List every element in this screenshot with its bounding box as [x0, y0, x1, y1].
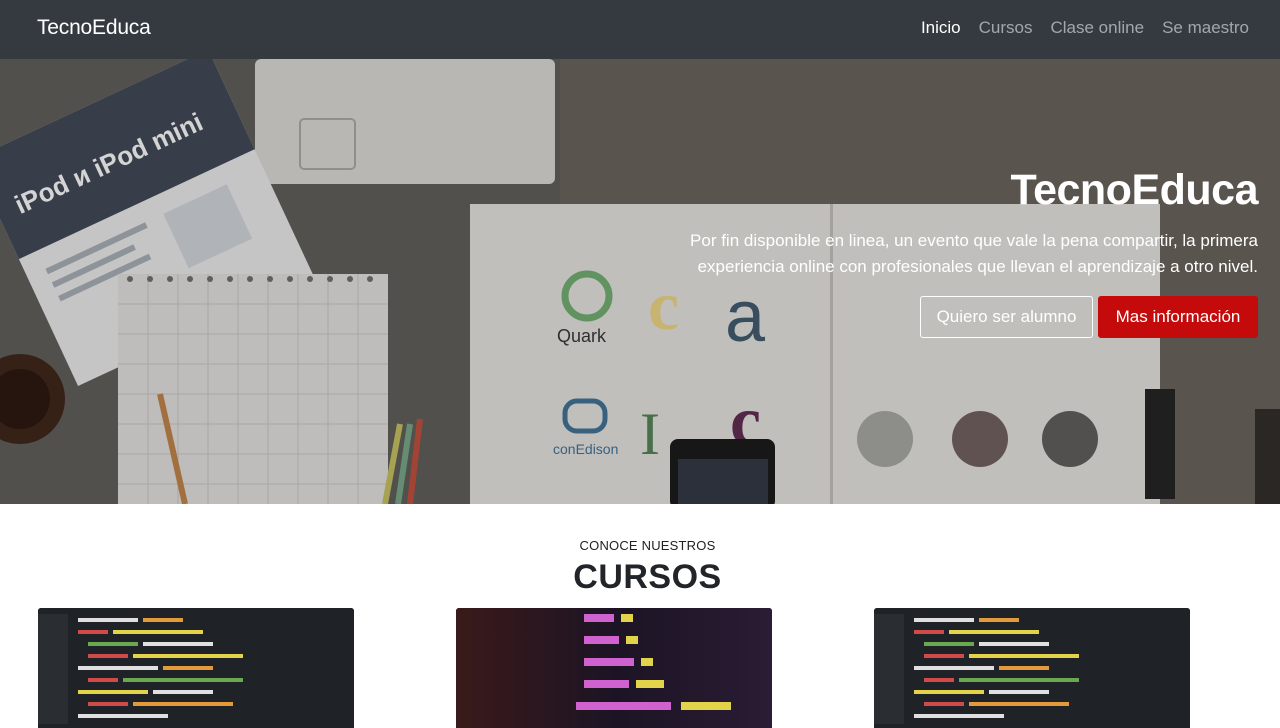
nav-item-se-maestro[interactable]: Se maestro	[1162, 18, 1249, 38]
course-card-2-image[interactable]	[456, 608, 772, 728]
course-card-3-image[interactable]	[874, 608, 1190, 728]
brand-logo[interactable]: TecnoEduca	[37, 16, 151, 40]
hero-banner: iPod и iPod mini Quark c a conEdison I c…	[0, 59, 1280, 504]
hero-title: TecnoEduca	[1010, 166, 1259, 214]
nav-item-clase-online[interactable]: Clase online	[1051, 18, 1145, 38]
hero-buttons: Quiero ser alumno Mas información	[920, 296, 1258, 338]
hero-description: Por fin disponible en linea, un evento q…	[690, 231, 1258, 276]
student-signup-button[interactable]: Quiero ser alumno	[920, 296, 1093, 338]
section-kicker: CONOCE NUESTROS	[579, 538, 716, 553]
nav-menu: Inicio Cursos Clase online Se maestro	[921, 18, 1249, 38]
more-info-button[interactable]: Mas información	[1098, 296, 1258, 338]
nav-item-cursos[interactable]: Cursos	[979, 18, 1033, 38]
navbar: TecnoEduca Inicio Cursos Clase online Se…	[0, 0, 1280, 59]
hero-overlay	[0, 59, 1280, 504]
section-title: CURSOS	[573, 558, 722, 596]
nav-item-inicio[interactable]: Inicio	[921, 18, 961, 38]
course-card-1-image[interactable]	[38, 608, 354, 728]
